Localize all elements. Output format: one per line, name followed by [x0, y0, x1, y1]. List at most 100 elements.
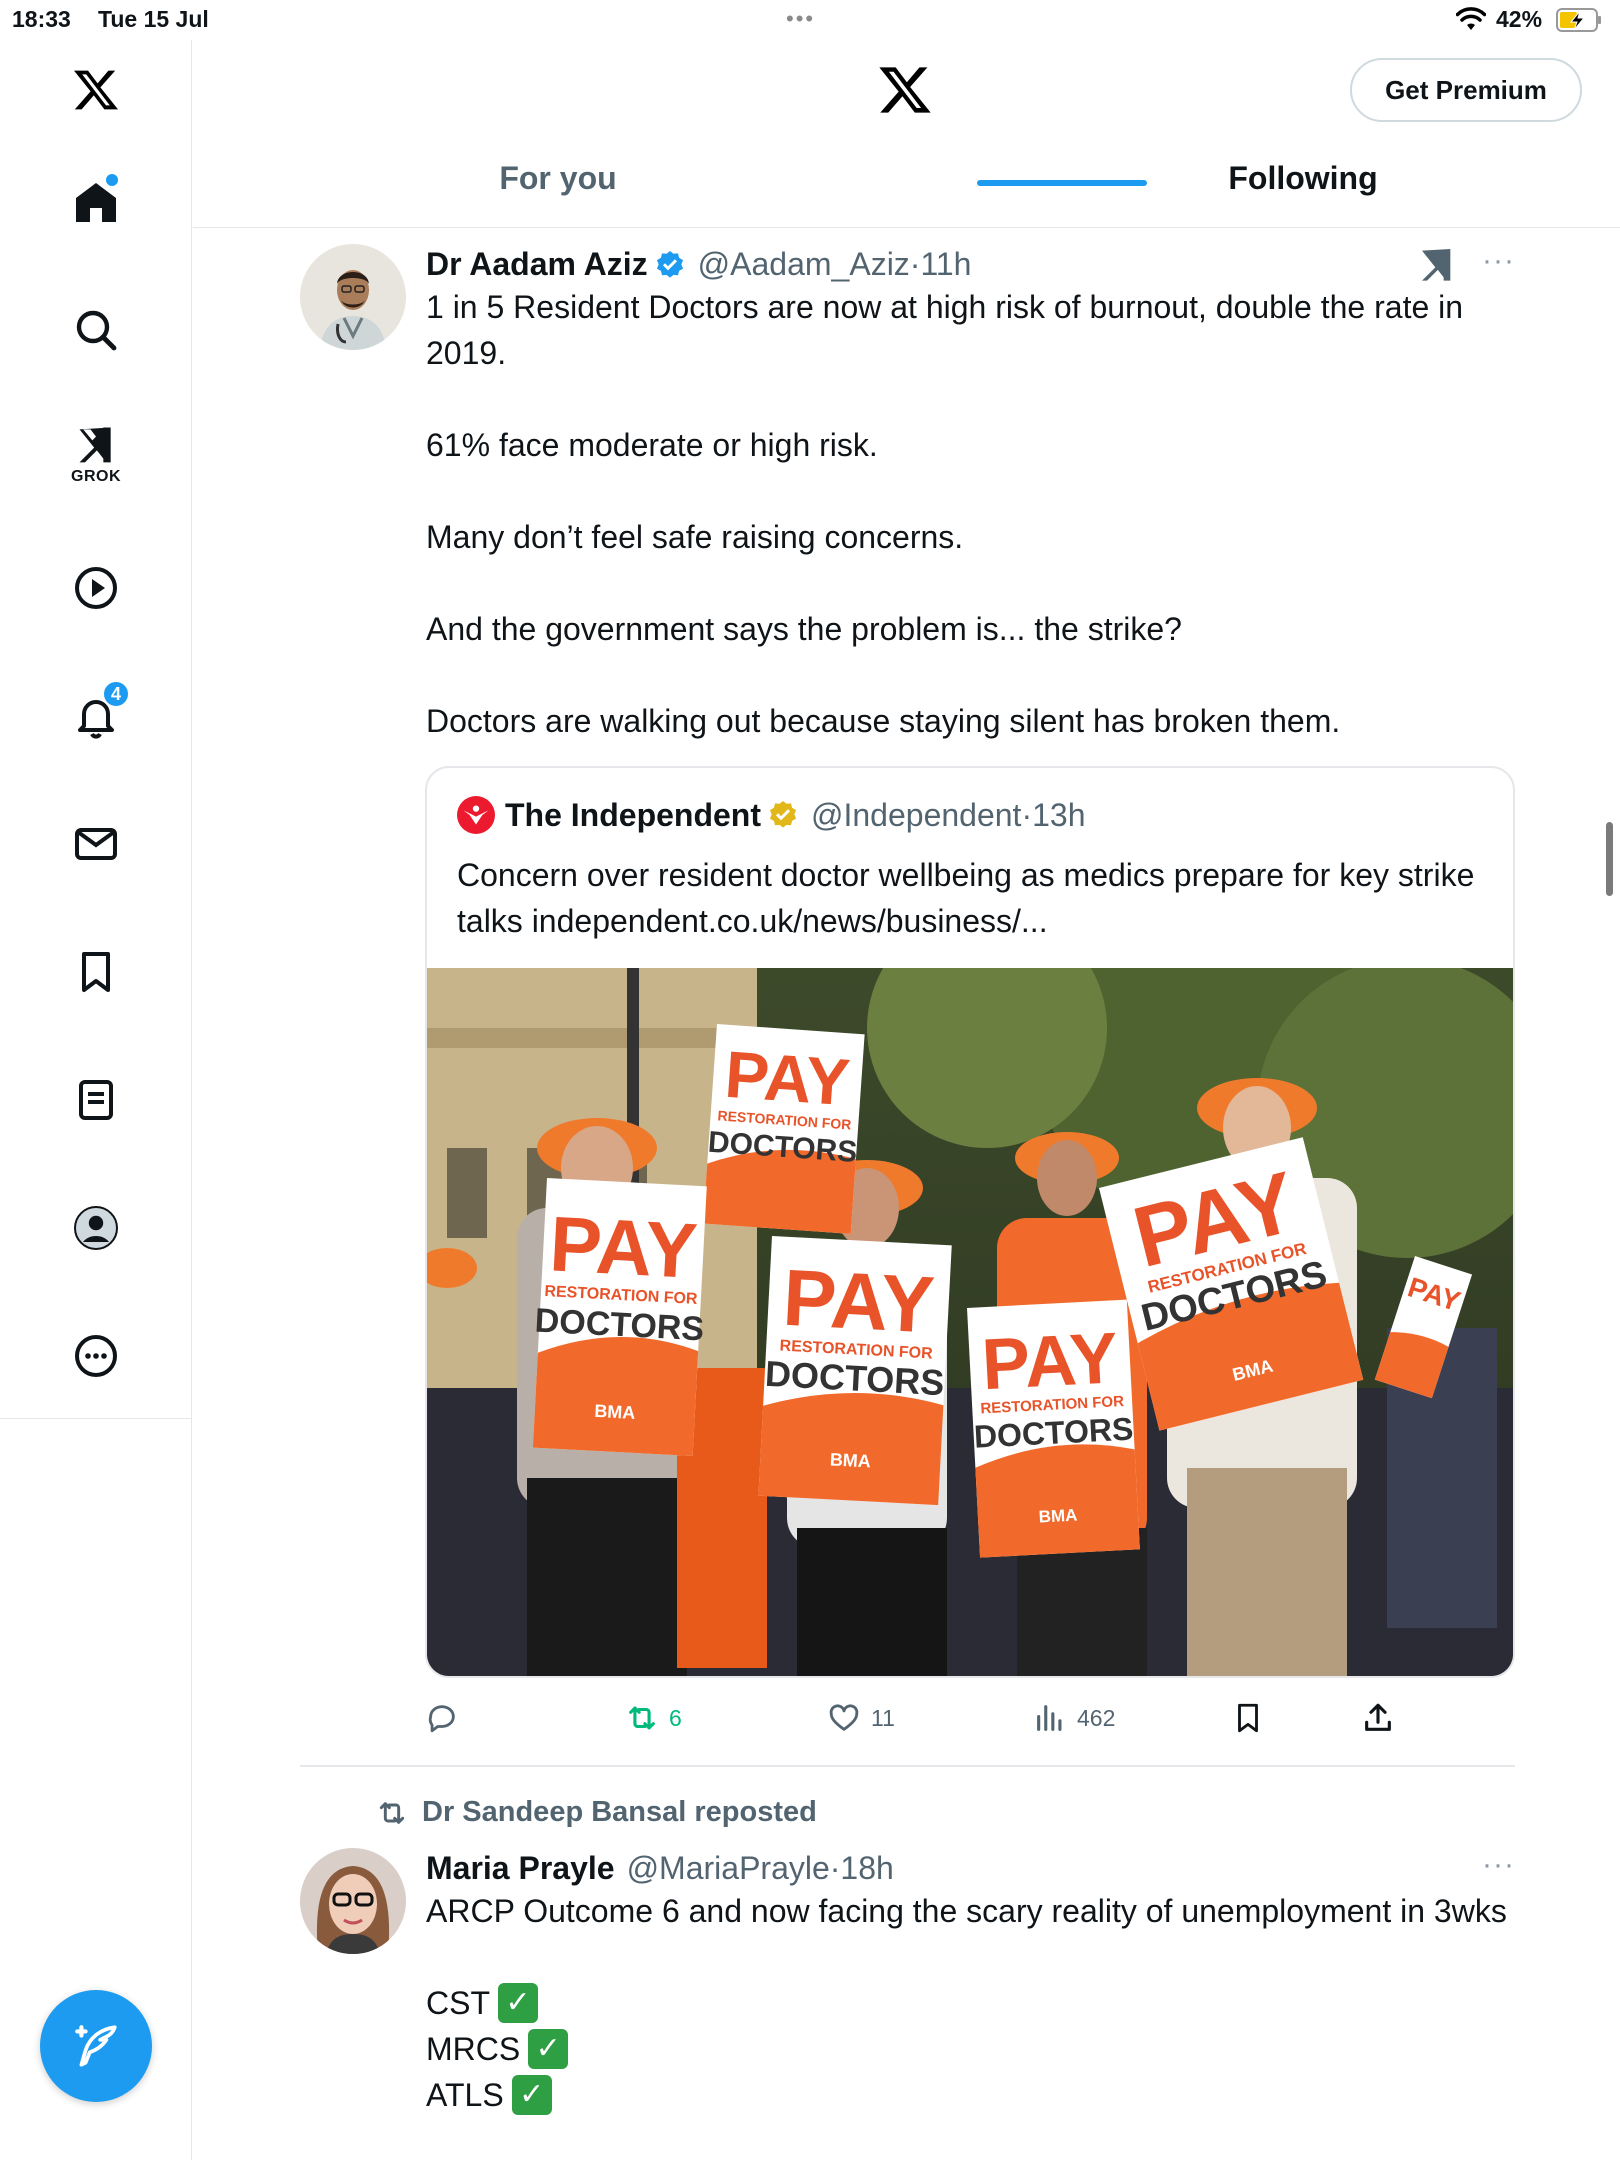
repost-button[interactable]: 6 — [625, 1696, 682, 1740]
sidebar-item-home[interactable] — [56, 162, 136, 242]
like-button[interactable]: 11 — [827, 1696, 895, 1740]
checklist-label: MRCS — [426, 2031, 521, 2067]
more-options-icon[interactable]: ··· — [1482, 244, 1515, 278]
sidebar-item-bookmarks[interactable] — [56, 932, 136, 1012]
share-button[interactable] — [1361, 1696, 1405, 1740]
bookmark-icon — [82, 952, 110, 992]
tweet-time[interactable]: ·18h — [830, 1850, 894, 1887]
multitask-dots[interactable]: ••• — [786, 6, 815, 32]
views-button[interactable]: 462 — [1033, 1696, 1115, 1740]
grok-explain-icon[interactable] — [1417, 244, 1457, 284]
scrollbar-thumb[interactable] — [1606, 822, 1613, 896]
repost-context[interactable]: Dr Sandeep Bansal reposted — [376, 1796, 817, 1829]
repost-by-label: Dr Sandeep Bansal reposted — [422, 1796, 817, 1828]
avatar-photo — [300, 1848, 406, 1954]
checklist-item: CST ✓ — [426, 1980, 1516, 2026]
quoted-tweet-text: Concern over resident doctor wellbeing a… — [457, 857, 1475, 939]
sidebar-item-notifications[interactable]: 4 — [56, 676, 136, 756]
status-date: Tue 15 Jul — [98, 6, 209, 32]
status-time: 18:33 — [12, 6, 71, 32]
author-name[interactable]: Dr Aadam Aziz — [426, 246, 648, 283]
quoted-author-handle[interactable]: @Independent — [811, 797, 1021, 834]
battery-percent: 42% — [1496, 6, 1543, 32]
battery-charging-icon — [1556, 8, 1601, 32]
bookmark-button[interactable] — [1231, 1696, 1275, 1740]
tab-following[interactable]: Following — [1153, 160, 1453, 228]
compose-post-button[interactable] — [40, 1990, 152, 2102]
tweet-paragraph: Many don’t feel safe raising concerns. — [426, 519, 964, 555]
sign-foot-text: BMA — [829, 1449, 871, 1471]
tweet-header: Maria Prayle @MariaPrayle ·18h — [426, 1850, 894, 1887]
sign-big-text: PAY — [548, 1199, 700, 1295]
video-play-icon — [75, 567, 117, 609]
sidebar-x-logo[interactable] — [56, 50, 136, 130]
tweet-text: 1 in 5 Resident Doctors are now at high … — [426, 284, 1516, 790]
author-handle[interactable]: @MariaPrayle — [627, 1850, 830, 1887]
views-chart-icon — [1037, 1705, 1062, 1731]
tweet-actions: 6 11 462 — [425, 1696, 1425, 1740]
check-mark-icon: ✓ — [511, 2075, 552, 2115]
tab-for-you[interactable]: For you — [433, 160, 683, 228]
verified-badge-icon — [656, 250, 683, 278]
sidebar-item-more[interactable] — [56, 1316, 136, 1396]
reply-icon — [428, 1705, 455, 1733]
checklist-item: MRCS ✓ — [426, 2026, 1516, 2072]
timeline-header: Get Premium For you Following — [193, 40, 1620, 228]
gold-verified-badge-icon — [769, 801, 797, 828]
sign-big-text: PAY — [781, 1253, 937, 1350]
more-options-icon[interactable]: ··· — [1482, 1848, 1515, 1882]
checklist-item: ATLS ✓ — [426, 2072, 1516, 2118]
protest-photo[interactable]: PAY RESTORATION FOR DOCTORS PAY RESTORAT… — [427, 968, 1515, 1678]
get-premium-button[interactable]: Get Premium — [1350, 58, 1582, 122]
sign-foot-text: BMA — [594, 1401, 636, 1423]
sign-big-text: PAY — [980, 1318, 1120, 1405]
quoted-tweet-header: The Independent @Independent ·13h — [457, 796, 1085, 834]
sign-big-text: PAY — [723, 1037, 853, 1120]
avatar-photo — [300, 244, 406, 350]
author-handle[interactable]: @Aadam_Aziz — [698, 246, 910, 283]
bookmark-icon — [1238, 1703, 1258, 1733]
sidebar-nav: GROK 4 — [0, 40, 192, 2160]
quoted-tweet-time: ·13h — [1021, 796, 1086, 833]
sidebar-item-lists[interactable] — [56, 1060, 136, 1140]
repost-count: 6 — [669, 1704, 682, 1731]
author-name[interactable]: Maria Prayle — [426, 1850, 615, 1887]
mail-icon — [75, 828, 117, 860]
active-tab-indicator — [977, 180, 1147, 186]
tweet-time[interactable]: ·11h — [910, 246, 972, 283]
tweet-paragraph: And the government says the problem is..… — [426, 611, 1182, 647]
repost-icon — [629, 1706, 655, 1730]
tweet-header: Dr Aadam Aziz @Aadam_Aziz ·11h — [426, 246, 971, 283]
compose-feather-icon — [75, 2025, 117, 2067]
x-logo-icon — [74, 70, 118, 110]
sidebar-item-messages[interactable] — [56, 804, 136, 884]
like-count: 11 — [871, 1704, 895, 1731]
heart-icon — [829, 1704, 859, 1731]
grok-label: GROK — [71, 468, 121, 485]
checklist-label: CST — [426, 1985, 490, 2021]
sidebar-item-videos[interactable] — [56, 548, 136, 628]
tweet-text: ARCP Outcome 6 and now facing the scary … — [426, 1888, 1516, 2118]
wifi-icon — [1456, 7, 1486, 30]
share-upload-icon — [1365, 1703, 1391, 1731]
sidebar-item-explore[interactable] — [56, 290, 136, 370]
tweet[interactable]: Maria Prayle @MariaPrayle ·18h ··· ARCP … — [300, 1848, 1515, 2160]
x-logo-icon[interactable] — [877, 62, 933, 118]
quoted-tweet-card[interactable]: The Independent @Independent ·13h Concer… — [425, 766, 1515, 1678]
sidebar-divider — [0, 1418, 192, 1419]
repost-icon — [379, 1801, 405, 1824]
sidebar-item-grok[interactable]: GROK — [56, 414, 136, 494]
check-mark-icon: ✓ — [498, 1983, 538, 2023]
sign-foot-text: BMA — [1038, 1506, 1078, 1527]
sidebar-item-profile[interactable] — [56, 1188, 136, 1268]
status-bar: 18:33 Tue 15 Jul ••• 42% — [0, 0, 1620, 40]
reply-button[interactable] — [425, 1696, 469, 1740]
avatar[interactable] — [300, 1848, 406, 1954]
more-circle-icon — [75, 1335, 117, 1377]
tweet-paragraph: ARCP Outcome 6 and now facing the scary … — [426, 1893, 1507, 1929]
tweet-paragraph: 61% face moderate or high risk. — [426, 427, 878, 463]
avatar[interactable] — [300, 244, 406, 350]
quoted-author-name[interactable]: The Independent — [505, 797, 761, 834]
list-icon — [79, 1080, 113, 1120]
tweet-divider — [300, 1765, 1515, 1767]
